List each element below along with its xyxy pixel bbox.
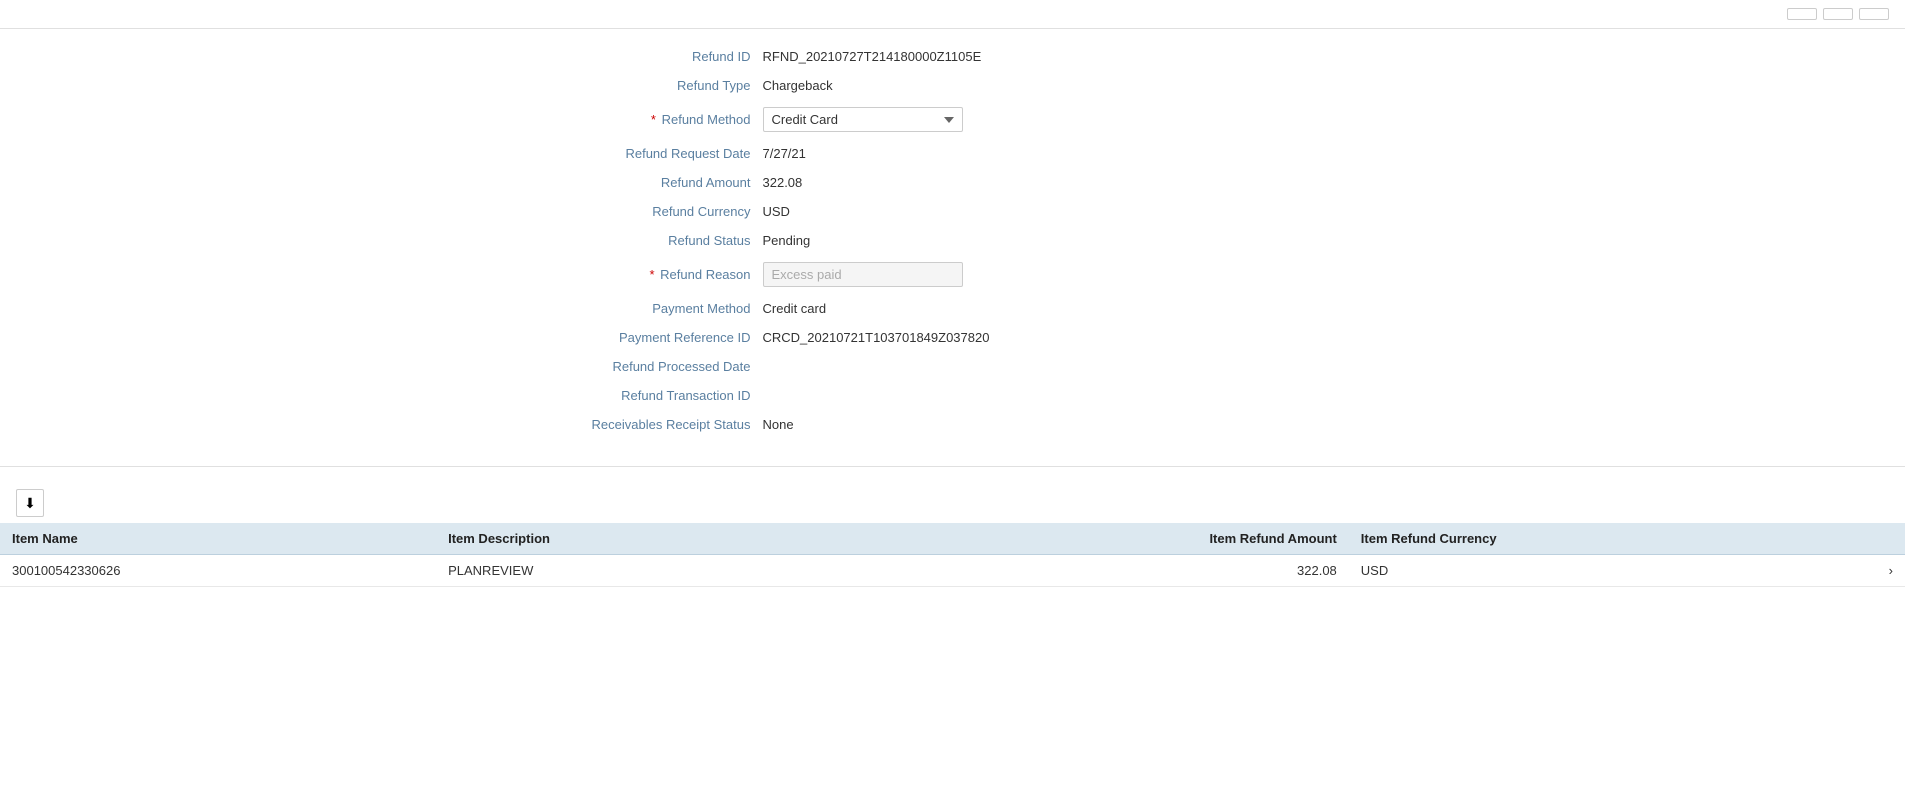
form-label-refund-request-date: Refund Request Date (503, 146, 763, 161)
table-cell-1: PLANREVIEW (436, 555, 850, 587)
required-indicator: * (649, 267, 658, 282)
table-column-arrow (1875, 523, 1905, 555)
form-label-refund-method: * Refund Method (503, 112, 763, 127)
form-value-refund-type: Chargeback (763, 78, 833, 93)
refund-lines-table: Item NameItem DescriptionItem Refund Amo… (0, 523, 1905, 587)
form-label-refund-transaction-id: Refund Transaction ID (503, 388, 763, 403)
table-column-3: Item Refund Currency (1349, 523, 1875, 555)
table-body: 3001005423306​26PLANREVIEW322.08USD› (0, 555, 1905, 587)
form-row: Refund Amount322.08 (503, 175, 1403, 190)
form-label-refund-id: Refund ID (503, 49, 763, 64)
form-label-refund-amount: Refund Amount (503, 175, 763, 190)
download-icon: ⬇ (24, 495, 36, 512)
form-row: Refund CurrencyUSD (503, 204, 1403, 219)
table-header-row: Item NameItem DescriptionItem Refund Amo… (0, 523, 1905, 555)
form-label-receivables-receipt-status: Receivables Receipt Status (503, 417, 763, 432)
form-value-payment-method: Credit card (763, 301, 827, 316)
form-row: Refund TypeChargeback (503, 78, 1403, 93)
form-row: Refund Request Date7/27/21 (503, 146, 1403, 161)
form-label-refund-currency: Refund Currency (503, 204, 763, 219)
form-row: Refund IDRFND_20210727T214180000Z1105E (503, 49, 1403, 64)
required-indicator: * (651, 112, 660, 127)
refund-detail-form: Refund IDRFND_20210727T214180000Z1105ERe… (503, 29, 1403, 456)
form-value-receivables-receipt-status: None (763, 417, 794, 432)
process-refund-button[interactable] (1823, 8, 1853, 20)
form-row: Refund Processed Date (503, 359, 1403, 374)
row-navigate-arrow[interactable]: › (1875, 555, 1905, 587)
refund-method-select[interactable]: Credit CardCheckWire Transfer (763, 107, 963, 132)
form-value-payment-reference-id: CRCD_20210721T103701849Z037820 (763, 330, 990, 345)
form-value-refund-status: Pending (763, 233, 811, 248)
form-label-refund-status: Refund Status (503, 233, 763, 248)
form-value-refund-currency: USD (763, 204, 790, 219)
download-button[interactable]: ⬇ (16, 489, 44, 517)
table-header: Item NameItem DescriptionItem Refund Amo… (0, 523, 1905, 555)
form-value-refund-request-date: 7/27/21 (763, 146, 806, 161)
form-label-refund-reason: * Refund Reason (503, 267, 763, 282)
form-row: Payment MethodCredit card (503, 301, 1403, 316)
cancel-button[interactable] (1787, 8, 1817, 20)
table-column-2: Item Refund Amount (850, 523, 1348, 555)
form-value-refund-id: RFND_20210727T214180000Z1105E (763, 49, 982, 64)
form-row: * Refund Reason (503, 262, 1403, 287)
table-cell-2: 322.08 (850, 555, 1348, 587)
table-column-1: Item Description (436, 523, 850, 555)
table-row[interactable]: 3001005423306​26PLANREVIEW322.08USD› (0, 555, 1905, 587)
form-row: * Refund MethodCredit CardCheckWire Tran… (503, 107, 1403, 132)
form-value-refund-amount: 322.08 (763, 175, 803, 190)
form-row: Refund StatusPending (503, 233, 1403, 248)
table-column-0: Item Name (0, 523, 436, 555)
form-row: Refund Transaction ID (503, 388, 1403, 403)
refund-lines-toolbar: ⬇ (0, 483, 1905, 523)
table-cell-0: 3001005423306​26 (0, 555, 436, 587)
refund-reason-input[interactable] (763, 262, 963, 287)
void-refund-button[interactable] (1859, 8, 1889, 20)
form-label-payment-reference-id: Payment Reference ID (503, 330, 763, 345)
top-buttons (1787, 8, 1889, 20)
form-label-payment-method: Payment Method (503, 301, 763, 316)
form-row: Payment Reference IDCRCD_20210721T103701… (503, 330, 1403, 345)
form-label-refund-type: Refund Type (503, 78, 763, 93)
table-cell-3: USD (1349, 555, 1875, 587)
form-label-refund-processed-date: Refund Processed Date (503, 359, 763, 374)
top-bar (0, 0, 1905, 29)
form-row: Receivables Receipt StatusNone (503, 417, 1403, 432)
refund-lines-section-title (0, 466, 1905, 483)
